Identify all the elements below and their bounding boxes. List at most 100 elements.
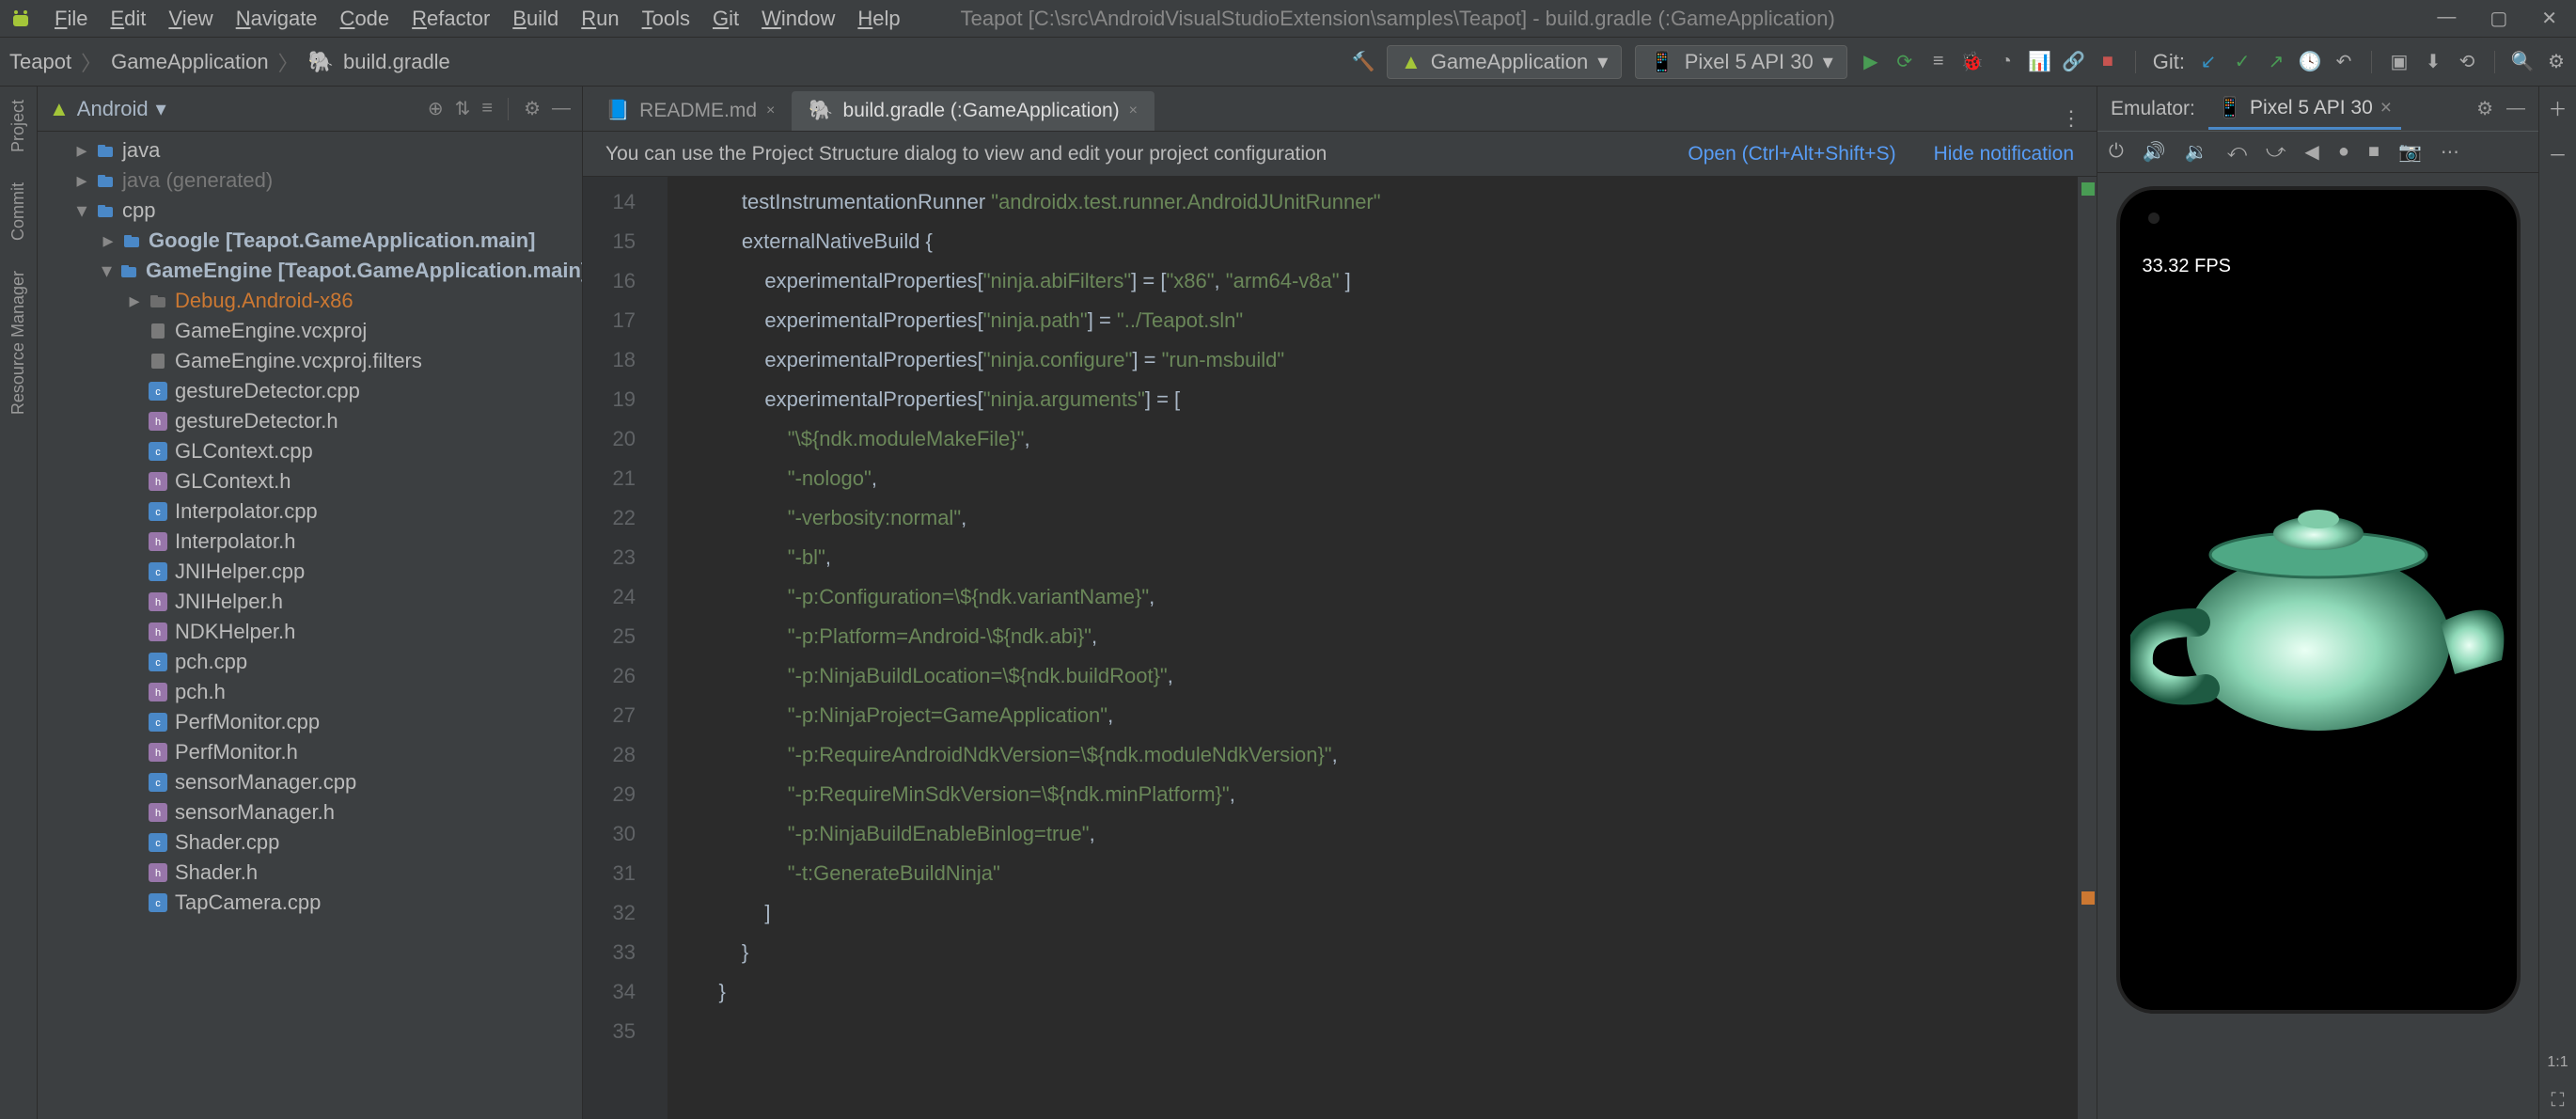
- emulator-device-tab[interactable]: 📱 Pixel 5 API 30 ×: [2208, 87, 2401, 130]
- tree-node[interactable]: hgestureDetector.h: [38, 406, 582, 436]
- sdk-manager-icon[interactable]: ⬇: [2423, 52, 2443, 72]
- tab-more-icon[interactable]: ⋮: [2051, 106, 2091, 131]
- tree-arrow-icon[interactable]: ▾: [75, 198, 88, 223]
- zoom-out-icon[interactable]: －: [2549, 140, 2568, 167]
- apply-changes-icon[interactable]: ≡: [1928, 52, 1949, 72]
- maximize-icon[interactable]: ▢: [2490, 7, 2507, 30]
- screenshot-icon[interactable]: 📷: [2398, 140, 2422, 164]
- tree-node[interactable]: cpch.cpp: [38, 647, 582, 677]
- menu-edit[interactable]: Edit: [110, 7, 146, 31]
- zoom-in-icon[interactable]: ＋: [2549, 94, 2568, 121]
- menu-git[interactable]: Git: [713, 7, 739, 31]
- tree-node[interactable]: cShader.cpp: [38, 827, 582, 858]
- breadcrumb-item[interactable]: build.gradle: [343, 50, 450, 74]
- volume-down-icon[interactable]: 🔉: [2185, 140, 2208, 164]
- menu-file[interactable]: File: [55, 7, 87, 31]
- close-icon[interactable]: ×: [2380, 97, 2392, 119]
- menu-code[interactable]: Code: [340, 7, 390, 31]
- sync-icon[interactable]: ⟲: [2457, 52, 2477, 72]
- rerun-icon[interactable]: ⟳: [1894, 52, 1915, 72]
- device-selector[interactable]: 📱 Pixel 5 API 30 ▾: [1635, 45, 1846, 79]
- warning-marker-icon[interactable]: [2081, 891, 2095, 905]
- git-push-icon[interactable]: ↗: [2266, 52, 2286, 72]
- coverage-icon[interactable]: ◔: [1996, 52, 2017, 72]
- rotate-right-icon[interactable]: ⤻: [2266, 141, 2285, 163]
- tree-node[interactable]: ▸java: [38, 135, 582, 165]
- tree-arrow-icon[interactable]: ▸: [75, 138, 88, 163]
- tree-node[interactable]: GameEngine.vcxproj.filters: [38, 346, 582, 376]
- rotate-left-icon[interactable]: ⤺: [2227, 141, 2247, 163]
- volume-up-icon[interactable]: 🔊: [2143, 140, 2166, 164]
- line-number-gutter[interactable]: 1415161718192021222324252627282930313233…: [583, 177, 649, 1119]
- tree-arrow-icon[interactable]: ▸: [102, 229, 115, 253]
- hide-icon[interactable]: —: [552, 98, 571, 119]
- profile-icon[interactable]: 📊: [2030, 52, 2050, 72]
- editor-tab[interactable]: 📘README.md×: [589, 91, 792, 131]
- run-config-selector[interactable]: ▲ GameApplication ▾: [1387, 45, 1622, 79]
- avd-manager-icon[interactable]: ▣: [2389, 52, 2410, 72]
- menu-tools[interactable]: Tools: [642, 7, 690, 31]
- zoom-ratio[interactable]: 1:1: [2547, 1054, 2568, 1071]
- menu-build[interactable]: Build: [512, 7, 558, 31]
- breadcrumb-item[interactable]: Teapot: [9, 50, 71, 74]
- search-icon[interactable]: 🔍: [2512, 52, 2533, 72]
- tree-arrow-icon[interactable]: ▾: [102, 259, 112, 283]
- tree-node[interactable]: GameEngine.vcxproj: [38, 316, 582, 346]
- editor-tab[interactable]: 🐘build.gradle (:GameApplication)×: [792, 91, 1154, 131]
- close-icon[interactable]: ✕: [2541, 7, 2557, 30]
- tree-arrow-icon[interactable]: ▸: [75, 168, 88, 193]
- tree-node[interactable]: hJNIHelper.h: [38, 587, 582, 617]
- banner-hide-link[interactable]: Hide notification: [1934, 143, 2074, 165]
- tree-node[interactable]: cJNIHelper.cpp: [38, 557, 582, 587]
- tree-node[interactable]: ▾cpp: [38, 196, 582, 226]
- menu-navigate[interactable]: Navigate: [236, 7, 318, 31]
- minimize-icon[interactable]: —: [2437, 7, 2456, 30]
- git-commit-icon[interactable]: ✓: [2232, 52, 2253, 72]
- code-editor[interactable]: testInstrumentationRunner "androidx.test…: [668, 177, 2078, 1119]
- tree-node[interactable]: hpch.h: [38, 677, 582, 707]
- tree-node[interactable]: ▾GameEngine [Teapot.GameApplication.main…: [38, 256, 582, 286]
- git-history-icon[interactable]: 🕓: [2300, 52, 2320, 72]
- menu-window[interactable]: Window: [762, 7, 835, 31]
- gear-icon[interactable]: ⚙: [2476, 97, 2493, 120]
- rail-project[interactable]: Project: [8, 94, 28, 158]
- tree-node[interactable]: cPerfMonitor.cpp: [38, 707, 582, 737]
- breadcrumb-item[interactable]: GameApplication: [111, 50, 269, 74]
- overview-icon[interactable]: ■: [2368, 141, 2380, 163]
- tree-node[interactable]: cGLContext.cpp: [38, 436, 582, 466]
- tree-node[interactable]: hNDKHelper.h: [38, 617, 582, 647]
- menu-refactor[interactable]: Refactor: [412, 7, 490, 31]
- git-pull-icon[interactable]: ↙: [2198, 52, 2219, 72]
- settings-icon[interactable]: ⚙: [2546, 52, 2567, 72]
- tree-node[interactable]: ▸Debug.Android-x86: [38, 286, 582, 316]
- tree-node[interactable]: ▸java (generated): [38, 165, 582, 196]
- select-opened-file-icon[interactable]: ⊕: [428, 97, 444, 120]
- back-icon[interactable]: ◀: [2304, 140, 2318, 164]
- close-icon[interactable]: ×: [766, 102, 775, 119]
- menu-help[interactable]: Help: [857, 7, 900, 31]
- git-revert-icon[interactable]: ↶: [2333, 52, 2354, 72]
- run-icon[interactable]: ▶: [1861, 52, 1881, 72]
- emulator-screen[interactable]: 33.32 FPS: [2116, 186, 2521, 1014]
- hammer-icon[interactable]: 🔨: [1353, 52, 1374, 72]
- fit-screen-icon[interactable]: ⛶: [2552, 1090, 2565, 1111]
- attach-debugger-icon[interactable]: 🔗: [2064, 52, 2084, 72]
- fold-column[interactable]: [649, 177, 668, 1119]
- close-icon[interactable]: ×: [1129, 102, 1138, 119]
- menu-run[interactable]: Run: [581, 7, 619, 31]
- tree-node[interactable]: cInterpolator.cpp: [38, 496, 582, 527]
- tree-node[interactable]: hInterpolator.h: [38, 527, 582, 557]
- tree-node[interactable]: hsensorManager.h: [38, 797, 582, 827]
- stop-icon[interactable]: ■: [2097, 52, 2118, 72]
- hide-icon[interactable]: —: [2506, 98, 2525, 119]
- collapse-all-icon[interactable]: ≡: [481, 98, 493, 119]
- home-icon[interactable]: ●: [2338, 141, 2349, 163]
- rail-commit[interactable]: Commit: [8, 177, 28, 246]
- project-view-selector[interactable]: ▲ Android ▾: [49, 97, 166, 121]
- tree-node[interactable]: hGLContext.h: [38, 466, 582, 496]
- tree-node[interactable]: cgestureDetector.cpp: [38, 376, 582, 406]
- tree-node[interactable]: ▸Google [Teapot.GameApplication.main]: [38, 226, 582, 256]
- banner-open-link[interactable]: Open (Ctrl+Alt+Shift+S): [1688, 143, 1895, 165]
- rail-resource-manager[interactable]: Resource Manager: [8, 265, 28, 420]
- editor-marker-strip[interactable]: [2078, 177, 2097, 1119]
